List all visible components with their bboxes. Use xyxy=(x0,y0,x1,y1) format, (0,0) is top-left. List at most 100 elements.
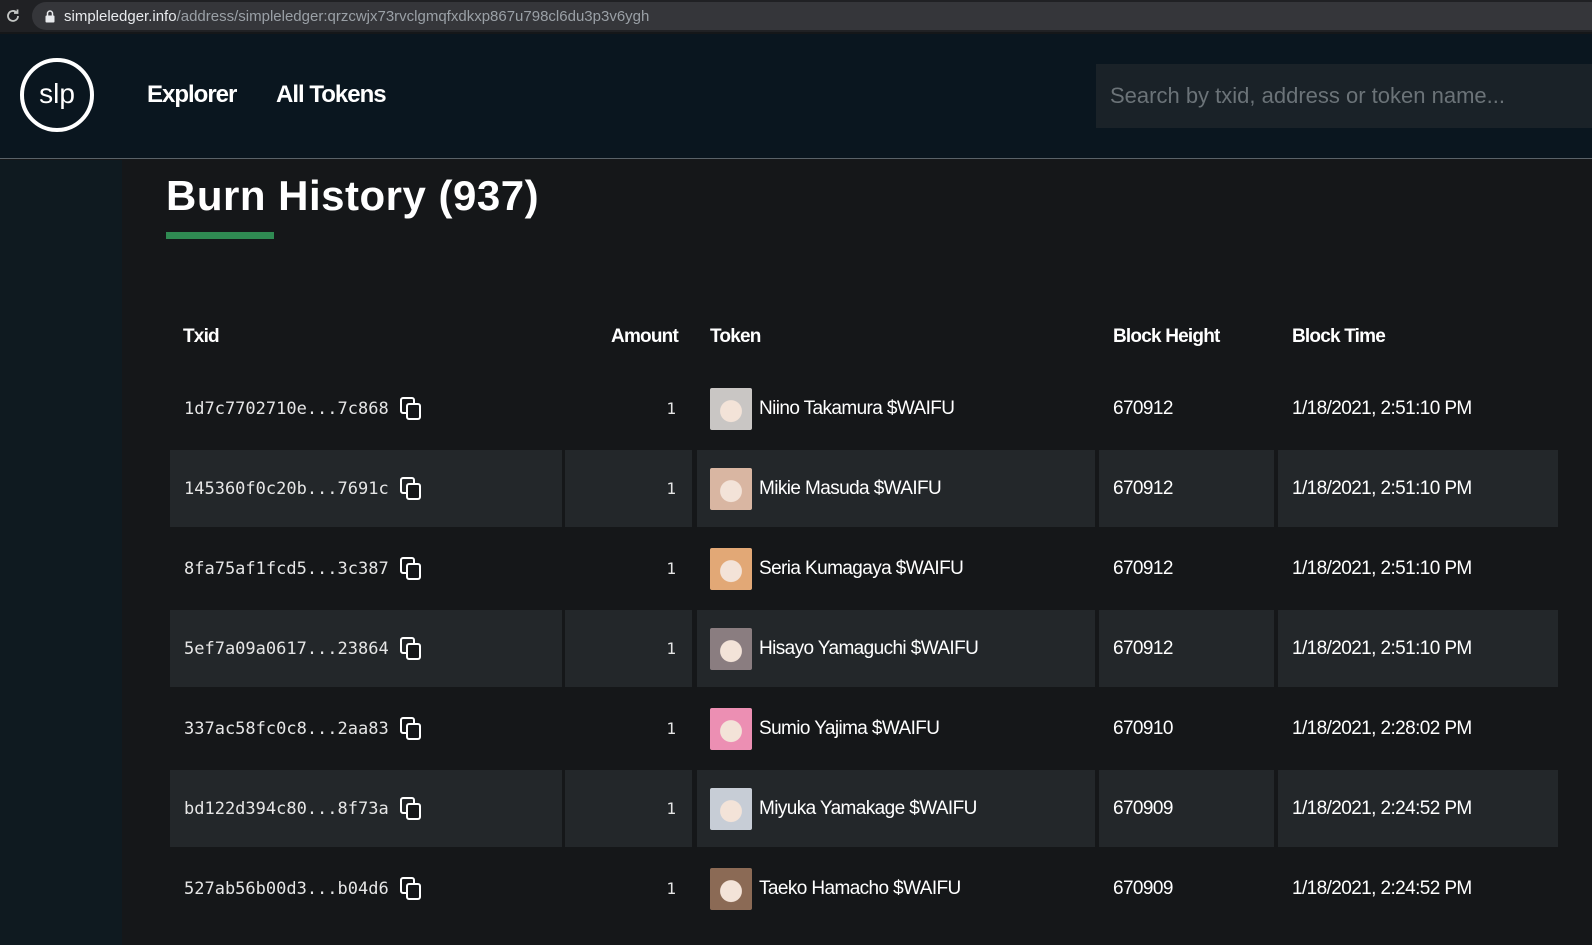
table-row: 5ef7a09a0617...23864 1 Hisayo Yamaguchi $W… xyxy=(170,610,1558,687)
nav-all-tokens[interactable]: All Tokens xyxy=(276,81,387,109)
block-height-value: 670912 xyxy=(1113,557,1173,579)
token-avatar-icon xyxy=(710,867,752,910)
lock-icon xyxy=(44,9,56,23)
block-height-value: 670910 xyxy=(1113,717,1173,739)
token-avatar-icon xyxy=(710,467,752,510)
copy-icon[interactable] xyxy=(399,396,423,422)
column-header-token: Token xyxy=(710,326,761,347)
block-height-value: 670912 xyxy=(1113,637,1173,659)
block-time-cell: 1/18/2021, 2:24:52 PM xyxy=(1278,850,1558,927)
token-link[interactable]: Mikie Masuda $WAIFU xyxy=(759,478,942,500)
block-time-cell: 1/18/2021, 2:51:10 PM xyxy=(1278,530,1558,607)
token-avatar-icon xyxy=(710,707,752,750)
txid-link[interactable]: 1d7c7702710e...7c868 xyxy=(184,399,389,419)
nav-explorer[interactable]: Explorer xyxy=(147,81,237,109)
token-avatar-icon xyxy=(710,547,752,590)
token-link[interactable]: Sumio Yajima $WAIFU xyxy=(759,718,940,740)
amount-value: 1 xyxy=(666,639,676,658)
block-height-cell: 670912 xyxy=(1099,370,1274,447)
block-height-value: 670912 xyxy=(1113,477,1173,499)
block-time-cell: 1/18/2021, 2:51:10 PM xyxy=(1278,610,1558,687)
token-avatar-icon xyxy=(710,787,752,830)
txid-link[interactable]: 5ef7a09a0617...23864 xyxy=(184,639,389,659)
token-avatar-icon xyxy=(710,387,752,430)
txid-link[interactable]: 337ac58fc0c8...2aa83 xyxy=(184,719,389,739)
url-text: simpleledger.info/address/simpleledger:q… xyxy=(64,7,650,25)
table-row: 337ac58fc0c8...2aa83 1 Sumio Yajima $WAIFU… xyxy=(170,690,1558,767)
token-link[interactable]: Niino Takamura $WAIFU xyxy=(759,398,955,420)
browser-toolbar: simpleledger.info/address/simpleledger:q… xyxy=(0,0,1592,32)
token-cell: Taeko Hamacho $WAIFU xyxy=(697,850,1095,927)
column-header-amount: Amount xyxy=(611,326,679,347)
txid-link[interactable]: bd122d394c80...8f73a xyxy=(184,799,389,819)
slp-logo[interactable]: slp xyxy=(18,56,96,134)
copy-icon[interactable] xyxy=(399,476,423,502)
txid-cell: bd122d394c80...8f73a xyxy=(170,770,562,847)
block-height-value: 670909 xyxy=(1113,797,1173,819)
token-cell: Miyuka Yamakage $WAIFU xyxy=(697,770,1095,847)
txid-cell: 527ab56b00d3...b04d6 xyxy=(170,850,562,927)
reload-icon[interactable] xyxy=(4,7,22,25)
search-input[interactable] xyxy=(1096,64,1592,128)
token-cell: Mikie Masuda $WAIFU xyxy=(697,450,1095,527)
token-link[interactable]: Taeko Hamacho $WAIFU xyxy=(759,878,961,900)
token-cell: Sumio Yajima $WAIFU xyxy=(697,690,1095,767)
copy-icon[interactable] xyxy=(399,716,423,742)
site-header: slp Explorer All Tokens xyxy=(0,34,1592,159)
amount-cell: 1 xyxy=(565,610,692,687)
address-bar[interactable]: simpleledger.info/address/simpleledger:q… xyxy=(32,2,1592,30)
token-cell: Niino Takamura $WAIFU xyxy=(697,370,1095,447)
txid-link[interactable]: 8fa75af1fcd5...3c387 xyxy=(184,559,389,579)
block-time-value: 1/18/2021, 2:51:10 PM xyxy=(1292,477,1472,499)
amount-cell: 1 xyxy=(565,690,692,767)
block-time-cell: 1/18/2021, 2:24:52 PM xyxy=(1278,770,1558,847)
txid-link[interactable]: 145360f0c20b...7691c xyxy=(184,479,389,499)
block-time-value: 1/18/2021, 2:51:10 PM xyxy=(1292,557,1472,579)
block-time-cell: 1/18/2021, 2:51:10 PM xyxy=(1278,450,1558,527)
block-height-cell: 670912 xyxy=(1099,450,1274,527)
token-link[interactable]: Seria Kumagaya $WAIFU xyxy=(759,558,964,580)
token-cell: Hisayo Yamaguchi $WAIFU xyxy=(697,610,1095,687)
amount-value: 1 xyxy=(666,799,676,818)
block-height-cell: 670912 xyxy=(1099,530,1274,607)
title-underline xyxy=(166,232,274,239)
table-row: 8fa75af1fcd5...3c387 1 Seria Kumagaya $WAI… xyxy=(170,530,1558,607)
amount-value: 1 xyxy=(666,719,676,738)
block-height-value: 670912 xyxy=(1113,397,1173,419)
column-header-block-height: Block Height xyxy=(1113,326,1220,347)
table-row: 145360f0c20b...7691c 1 Mikie Masuda $WAIFU… xyxy=(170,450,1558,527)
block-height-cell: 670912 xyxy=(1099,610,1274,687)
amount-cell: 1 xyxy=(565,530,692,607)
column-header-block-time: Block Time xyxy=(1292,326,1386,347)
svg-text:slp: slp xyxy=(39,78,75,109)
table-row: 1d7c7702710e...7c868 1 Niino Takamura $WAI… xyxy=(170,370,1558,447)
token-avatar-icon xyxy=(710,627,752,670)
txid-link[interactable]: 527ab56b00d3...b04d6 xyxy=(184,879,389,899)
column-header-txid: Txid xyxy=(183,326,220,347)
block-time-value: 1/18/2021, 2:51:10 PM xyxy=(1292,637,1472,659)
block-height-cell: 670909 xyxy=(1099,850,1274,927)
txid-cell: 337ac58fc0c8...2aa83 xyxy=(170,690,562,767)
amount-value: 1 xyxy=(666,559,676,578)
amount-cell: 1 xyxy=(565,450,692,527)
block-time-cell: 1/18/2021, 2:28:02 PM xyxy=(1278,690,1558,767)
copy-icon[interactable] xyxy=(399,796,423,822)
amount-cell: 1 xyxy=(565,850,692,927)
amount-value: 1 xyxy=(666,479,676,498)
left-gutter xyxy=(0,160,122,945)
amount-value: 1 xyxy=(666,879,676,898)
copy-icon[interactable] xyxy=(399,636,423,662)
copy-icon[interactable] xyxy=(399,556,423,582)
page-title: Burn History (937) xyxy=(166,172,540,219)
txid-cell: 145360f0c20b...7691c xyxy=(170,450,562,527)
txid-cell: 5ef7a09a0617...23864 xyxy=(170,610,562,687)
block-time-value: 1/18/2021, 2:28:02 PM xyxy=(1292,717,1472,739)
amount-cell: 1 xyxy=(565,370,692,447)
token-link[interactable]: Hisayo Yamaguchi $WAIFU xyxy=(759,638,979,660)
block-height-value: 670909 xyxy=(1113,877,1173,899)
block-time-value: 1/18/2021, 2:24:52 PM xyxy=(1292,877,1472,899)
copy-icon[interactable] xyxy=(399,876,423,902)
token-link[interactable]: Miyuka Yamakage $WAIFU xyxy=(759,798,977,820)
txid-cell: 8fa75af1fcd5...3c387 xyxy=(170,530,562,607)
block-time-value: 1/18/2021, 2:51:10 PM xyxy=(1292,397,1472,419)
